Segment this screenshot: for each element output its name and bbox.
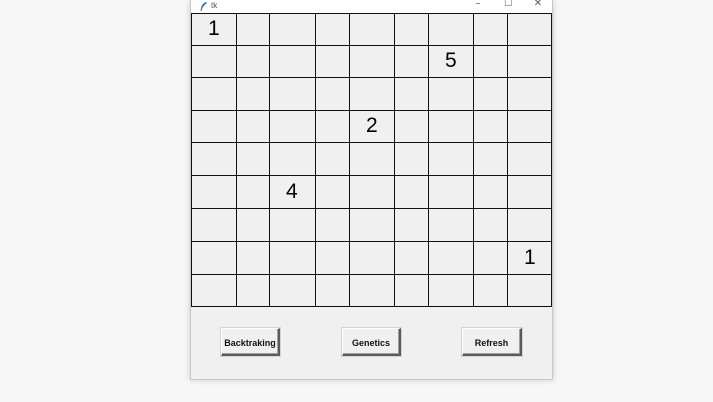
grid-line-vertical: [269, 13, 270, 307]
grid-line-vertical: [428, 13, 429, 307]
close-button[interactable]: ✕: [523, 0, 553, 10]
refresh-button[interactable]: Refresh: [462, 328, 522, 356]
grid-line-vertical: [236, 13, 237, 307]
maximize-button[interactable]: ☐: [493, 0, 523, 10]
cell-number: 4: [286, 180, 298, 203]
cell-number: 1: [524, 246, 536, 269]
grid-line-vertical: [394, 13, 395, 307]
puzzle-grid[interactable]: 1 5 2 4 1: [191, 13, 552, 307]
feather-icon: [200, 2, 207, 11]
genetics-button[interactable]: Genetics: [342, 328, 401, 356]
cell-number: 2: [366, 114, 378, 137]
grid-line-vertical: [551, 13, 552, 307]
grid-line-vertical: [315, 13, 316, 307]
backtracking-button[interactable]: Backtraking: [221, 328, 280, 356]
cell-number: 1: [208, 17, 220, 40]
grid-line-horizontal: [191, 110, 552, 111]
grid-line-horizontal: [191, 45, 552, 46]
grid-line-horizontal: [191, 208, 552, 209]
minimize-button[interactable]: –: [463, 0, 493, 10]
grid-line-vertical: [349, 13, 350, 307]
grid-line-horizontal: [191, 77, 552, 78]
grid-line-vertical: [473, 13, 474, 307]
app-window: tk – ☐ ✕ 1 5 2 4 1 Backtraking Genetics Refr…: [190, 0, 553, 380]
grid-line-horizontal: [191, 241, 552, 242]
window-title: tk: [211, 1, 218, 10]
grid-line-horizontal: [191, 142, 552, 143]
grid-line-vertical: [191, 13, 192, 307]
grid-line-vertical: [507, 13, 508, 307]
title-bar[interactable]: tk – ☐ ✕: [191, 0, 552, 14]
button-panel: Backtraking Genetics Refresh: [191, 307, 552, 380]
grid-line-horizontal: [191, 274, 552, 275]
cell-number: 5: [445, 49, 457, 72]
grid-line-horizontal: [191, 13, 552, 14]
grid-line-horizontal: [191, 175, 552, 176]
